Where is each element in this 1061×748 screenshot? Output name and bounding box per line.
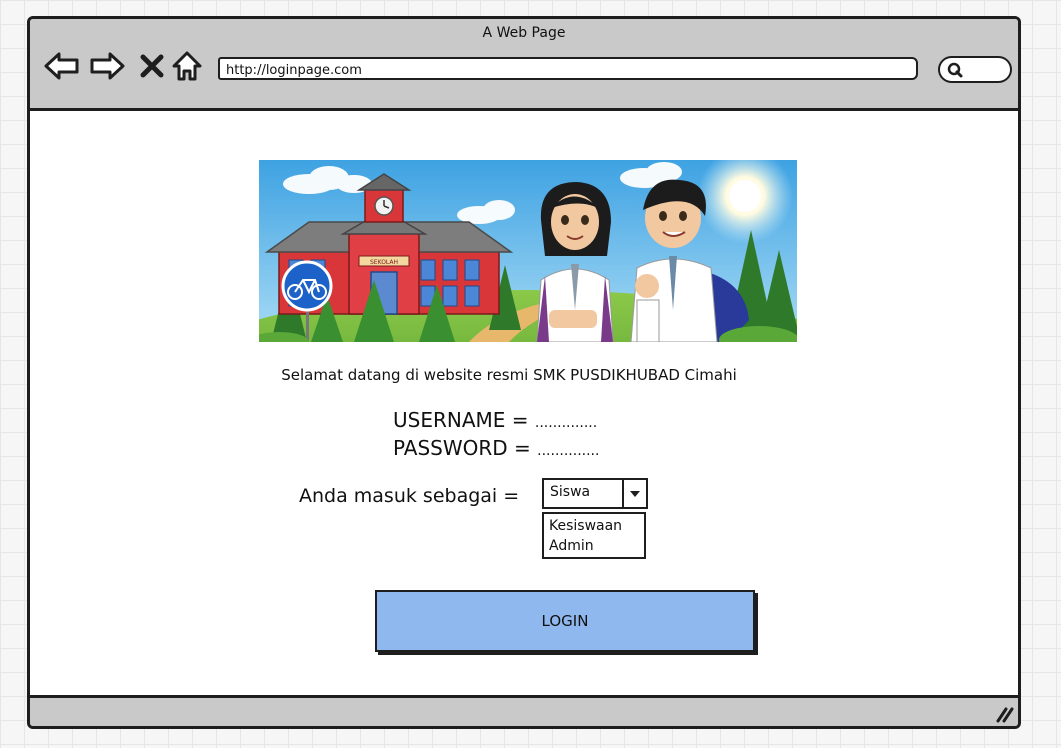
home-button[interactable] [168, 47, 206, 85]
role-options-list: Kesiswaan Admin [542, 512, 646, 559]
role-label: Anda masuk sebagai = [299, 485, 520, 507]
role-select[interactable]: Siswa [542, 478, 648, 509]
password-label: PASSWORD = [393, 436, 531, 460]
home-icon [172, 51, 202, 81]
resize-grip-icon[interactable] [994, 705, 1014, 723]
dropdown-toggle[interactable] [622, 480, 646, 507]
welcome-text: Selamat datang di website resmi SMK PUSD… [281, 366, 737, 384]
password-row: PASSWORD = .............. [393, 436, 599, 460]
arrow-left-icon [44, 52, 79, 80]
browser-statusbar [30, 695, 1018, 726]
password-field[interactable]: .............. [537, 443, 599, 459]
close-icon [140, 54, 164, 78]
role-selected-value: Siswa [550, 484, 591, 500]
url-input[interactable] [220, 61, 916, 80]
browser-window: A Web Page http://loginpage.com SEKOLAH … [27, 16, 1021, 729]
role-option-kesiswaan[interactable]: Kesiswaan [549, 516, 644, 536]
back-button[interactable] [43, 47, 81, 85]
search-icon [947, 62, 963, 78]
school-illustration: SEKOLAH [259, 160, 797, 342]
role-option-admin[interactable]: Admin [549, 536, 644, 556]
arrow-right-icon [90, 52, 125, 80]
window-title: A Web Page [482, 25, 566, 41]
school-sign-text: SEKOLAH [370, 259, 398, 266]
stop-button[interactable] [133, 47, 171, 85]
school-hero-image: SEKOLAH [259, 160, 797, 342]
forward-button[interactable] [88, 47, 126, 85]
username-label: USERNAME = [393, 408, 529, 432]
browser-search-box[interactable] [938, 56, 1012, 83]
address-bar[interactable] [218, 57, 918, 80]
browser-titlebar: A Web Page [30, 19, 1018, 111]
username-row: USERNAME = .............. [393, 408, 597, 432]
username-field[interactable]: .............. [535, 415, 597, 431]
login-button[interactable]: LOGIN [375, 590, 755, 652]
caret-down-icon [630, 490, 640, 497]
